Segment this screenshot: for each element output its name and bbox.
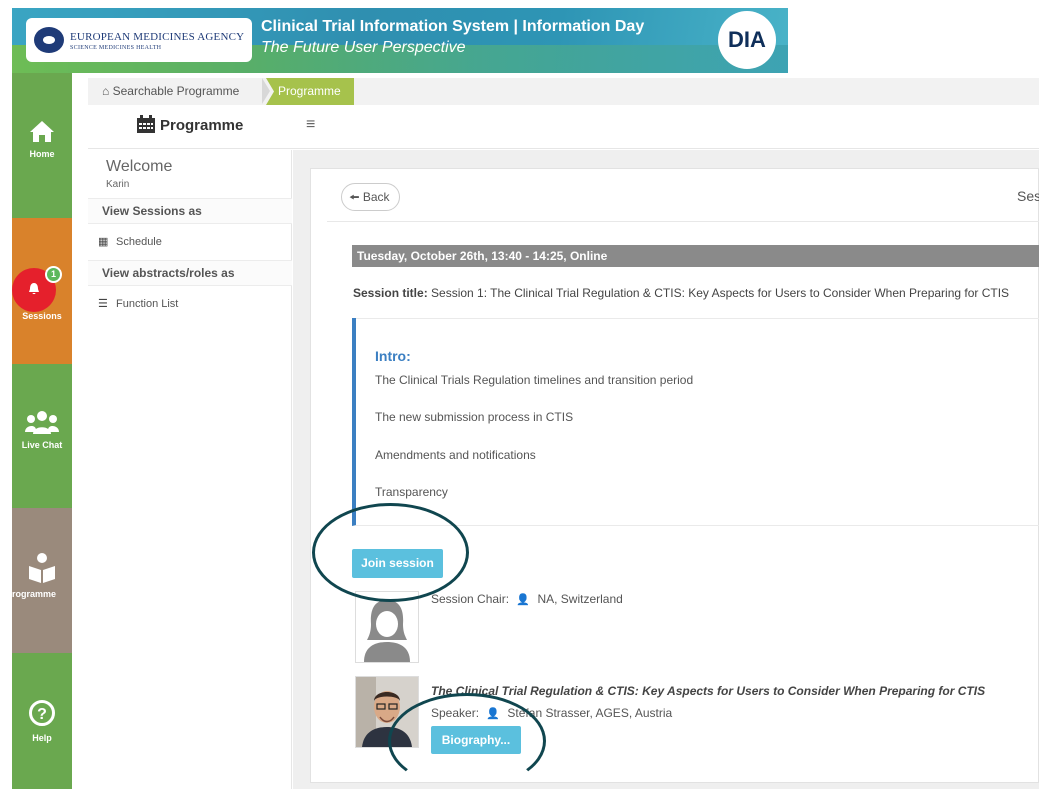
function-list-label: Function List	[116, 298, 179, 310]
banner-subtitle: The Future User Perspective	[261, 39, 466, 56]
rail-item-help[interactable]: ? Help	[12, 653, 72, 789]
calendar-icon	[137, 115, 155, 133]
session-title-label: Session title:	[353, 286, 428, 300]
page: { "banner": { "org_name": "EUROPEAN MEDI…	[0, 0, 1039, 789]
view-sessions-heading: View Sessions as	[88, 198, 292, 224]
hamburger-icon[interactable]: ≡	[306, 116, 315, 134]
list-icon: ☰	[98, 298, 108, 310]
sub-header: Programme ≡	[88, 105, 1039, 149]
breadcrumb-programme[interactable]: Programme	[266, 78, 354, 105]
back-label: Back	[362, 190, 390, 204]
rail-label-help: Help	[32, 733, 52, 743]
reader-icon	[29, 553, 55, 583]
chair-label: Session Chair:	[431, 592, 510, 606]
ema-org-tagline: SCIENCE MEDICINES HEALTH	[70, 45, 162, 51]
nav-rail: Home 1 Sessions Live Chat rogramme ? Hel…	[12, 73, 72, 789]
dia-logo: DIA	[718, 11, 776, 69]
highlight-circle-join	[312, 503, 469, 602]
rail-label-live-chat: Live Chat	[21, 440, 63, 450]
intro-heading: Intro:	[375, 348, 411, 364]
ema-emblem-icon	[34, 27, 64, 53]
home-icon	[30, 121, 54, 142]
breadcrumb-home-label: Searchable Programme	[112, 84, 240, 98]
arrow-left-icon: 🠘	[349, 190, 360, 204]
programme-heading: Programme	[136, 115, 243, 134]
rail-item-sessions[interactable]: 1 Sessions	[12, 218, 72, 364]
intro-line: Amendments and notifications	[375, 448, 536, 462]
person-icon: 👤	[516, 594, 531, 606]
rail-label-programme: rogramme	[12, 589, 57, 599]
menu-item-function-list[interactable]: ☰ Function List	[98, 297, 178, 310]
chair-name: NA, Switzerland	[537, 592, 623, 606]
session-title: Session title: Session 1: The Clinical T…	[353, 286, 1009, 300]
rail-item-programme[interactable]: rogramme	[12, 508, 72, 653]
programme-heading-label: Programme	[160, 117, 244, 134]
ema-org-name: EUROPEAN MEDICINES AGENCY	[70, 31, 245, 43]
banner-title: Clinical Trial Information System | Info…	[261, 18, 645, 35]
rail-item-home[interactable]: Home	[12, 73, 72, 218]
intro-line: The Clinical Trials Regulation timelines…	[375, 373, 694, 387]
schedule-label: Schedule	[116, 236, 162, 248]
highlight-circle-biography	[388, 693, 546, 789]
session-panel: 🠘 Back Ses Tuesday, October 26th, 13:40 …	[310, 168, 1039, 783]
session-chair: Session Chair: 👤 NA, Switzerland	[431, 592, 623, 606]
session-title-text: Session 1: The Clinical Trial Regulation…	[431, 286, 1010, 300]
side-menu: Welcome Karin View Sessions as ▦ Schedule…	[88, 150, 292, 789]
rail-label-home: Home	[29, 149, 55, 159]
sessions-count-badge: 1	[45, 266, 62, 283]
rail-label-sessions: Sessions	[22, 311, 62, 321]
panel-title: Ses	[1017, 188, 1039, 204]
intro-line: The new submission process in CTIS	[375, 410, 574, 424]
talk-title[interactable]: The Clinical Trial Regulation & CTIS: Ke…	[431, 684, 985, 698]
user-name: Karin	[106, 179, 130, 190]
help-icon: ?	[29, 700, 55, 726]
breadcrumb: ⌂ Searchable Programme Programme	[88, 78, 1039, 105]
ema-logo: EUROPEAN MEDICINES AGENCY SCIENCE MEDICI…	[26, 18, 252, 62]
back-button[interactable]: 🠘 Back	[341, 183, 400, 211]
intro-box: Intro: The Clinical Trials Regulation ti…	[352, 318, 1039, 526]
home-icon: ⌂	[102, 84, 110, 98]
divider	[327, 221, 1039, 222]
menu-item-schedule[interactable]: ▦ Schedule	[98, 235, 162, 248]
view-abstracts-heading: View abstracts/roles as	[88, 260, 292, 286]
svg-text:?: ?	[37, 706, 47, 723]
placeholder-avatar-icon	[364, 600, 410, 662]
breadcrumb-searchable-programme[interactable]: ⌂ Searchable Programme	[102, 84, 239, 98]
rail-item-live-chat[interactable]: Live Chat	[12, 364, 72, 508]
intro-line: Transparency	[375, 485, 448, 499]
event-banner: EUROPEAN MEDICINES AGENCY SCIENCE MEDICI…	[12, 8, 788, 73]
users-icon	[25, 411, 59, 434]
welcome-heading: Welcome	[106, 158, 173, 175]
grid-icon: ▦	[98, 236, 109, 248]
session-date-bar: Tuesday, October 26th, 13:40 - 14:25, On…	[352, 245, 1039, 267]
bell-icon	[29, 283, 39, 295]
